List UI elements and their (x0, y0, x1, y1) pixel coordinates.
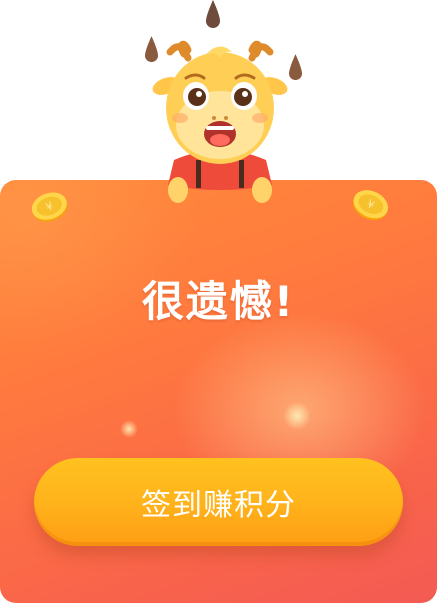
dialog-title: 很遗憾! (141, 277, 296, 326)
checkin-earn-points-button[interactable]: 签到赚积分 (34, 458, 403, 546)
sparkle-glow (120, 420, 138, 438)
sparkle-glow (283, 402, 311, 430)
checkin-button-label: 签到赚积分 (141, 488, 296, 523)
sad-deer-mascot-icon (152, 40, 288, 203)
